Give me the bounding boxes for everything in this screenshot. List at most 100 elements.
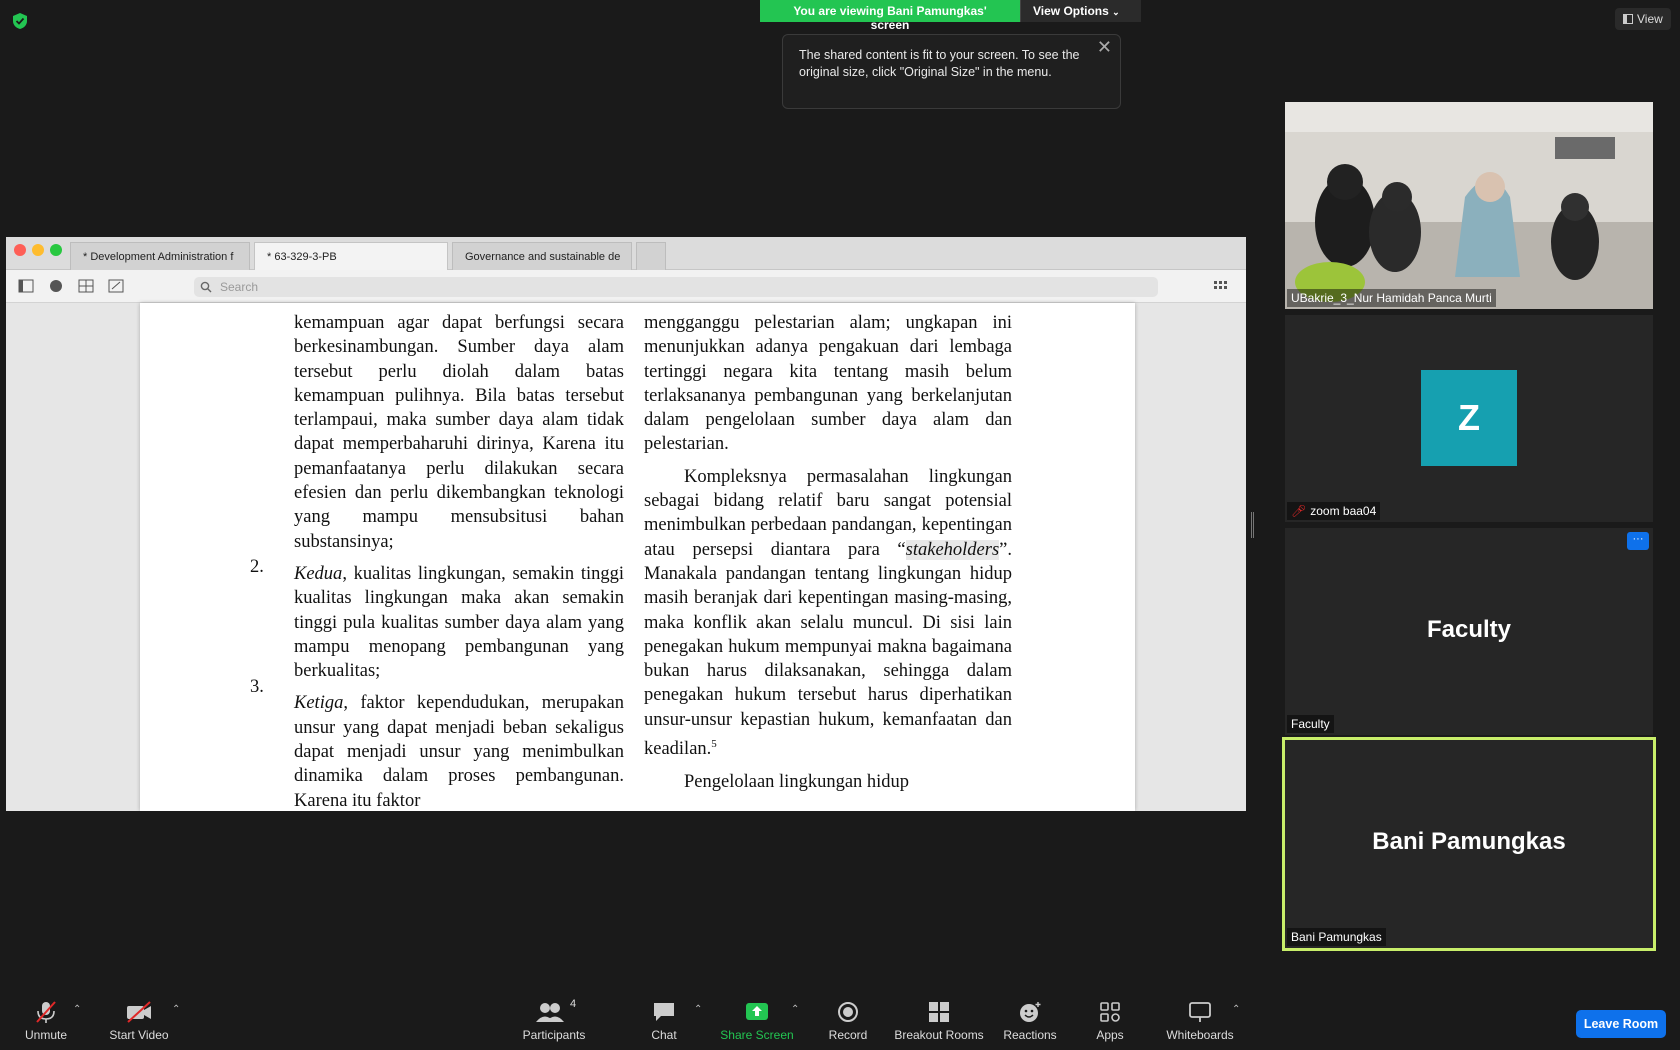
start-video-label: Start Video bbox=[109, 1028, 169, 1042]
share-screen-icon bbox=[746, 1003, 768, 1020]
footnote-marker: 5 bbox=[711, 738, 717, 751]
screen-share-banner: You are viewing Bani Pamungkas' screen V… bbox=[760, 0, 1141, 32]
unmute-button[interactable]: Unmute bbox=[18, 1000, 74, 1042]
view-button-label: View bbox=[1637, 12, 1663, 26]
classroom-video-image bbox=[1285, 102, 1653, 309]
search-icon bbox=[200, 281, 212, 293]
list-item-3-emphasis: Ketiga bbox=[294, 693, 344, 714]
right-paragraph-2-end: ”. Manakala pandangan tentang lingkungan… bbox=[644, 539, 1012, 760]
view-button[interactable]: View bbox=[1615, 8, 1671, 30]
right-paragraph-1: mengganggu pelestarian alam; ungkapan in… bbox=[644, 313, 1012, 455]
shared-screen-window: * Development Administration f * 63-329-… bbox=[6, 237, 1246, 811]
list-item-2: Kedua, kualitas lingkungan, semakin ting… bbox=[294, 562, 624, 683]
participants-count: 4 bbox=[570, 998, 577, 1010]
list-item-3: Ketiga, faktor kependudukan, merupakan u… bbox=[294, 691, 624, 811]
muted-microphone-icon bbox=[36, 1001, 56, 1023]
apps-icon bbox=[1100, 1002, 1120, 1022]
participant-name: Bani Pamungkas bbox=[1287, 928, 1386, 946]
document-tab-bar: * Development Administration f * 63-329-… bbox=[6, 237, 1246, 270]
chat-options-caret[interactable]: ⌃ bbox=[694, 1004, 702, 1015]
start-video-button[interactable]: Start Video bbox=[104, 1000, 174, 1042]
share-screen-label: Share Screen bbox=[720, 1028, 794, 1042]
video-options-caret[interactable]: ⌃ bbox=[172, 1004, 180, 1015]
search-placeholder: Search bbox=[220, 280, 259, 294]
record-label: Record bbox=[828, 1028, 868, 1042]
close-icon[interactable]: ✕ bbox=[1097, 38, 1112, 56]
list-item-3-text: , faktor kependudukan, merupakan unsur y… bbox=[294, 693, 624, 811]
left-paragraph-1: kemampuan agar dapat berfungsi secara be… bbox=[294, 313, 624, 552]
pdf-toolbar: Search bbox=[6, 270, 1246, 303]
maximize-window-icon[interactable] bbox=[50, 244, 62, 256]
annotation-icon[interactable] bbox=[48, 279, 64, 293]
participant-name-text: zoom baa04 bbox=[1310, 504, 1377, 518]
whiteboard-options-caret[interactable]: ⌃ bbox=[1232, 1004, 1240, 1015]
tab-development-administration[interactable]: * Development Administration f bbox=[70, 242, 250, 270]
participants-icon bbox=[536, 1003, 564, 1022]
view-options-button[interactable]: View Options ⌄ bbox=[1020, 0, 1141, 22]
meeting-controls-bar: Unmute ⌃ Start Video ⌃ 4 Participants Ch… bbox=[0, 980, 1680, 1050]
chat-label: Chat bbox=[651, 1028, 677, 1042]
participant-tile-video[interactable]: UBakrie_3_Nur Hamidah Panca Murti bbox=[1285, 102, 1653, 309]
participant-display-name: Faculty bbox=[1426, 616, 1512, 643]
muted-mic-icon: 🎤︎ bbox=[1291, 504, 1307, 518]
view-options-label: View Options bbox=[1033, 4, 1109, 18]
tooltip-text: The shared content is fit to your screen… bbox=[799, 48, 1080, 79]
stakeholders-emphasis: stakeholders bbox=[905, 539, 1000, 560]
video-off-icon bbox=[127, 1001, 151, 1023]
list-item-2-emphasis: Kedua bbox=[294, 563, 343, 584]
share-options-caret[interactable]: ⌃ bbox=[791, 1004, 799, 1015]
participant-name: 🎤︎ zoom baa04 bbox=[1287, 502, 1381, 520]
tab-63-329-3-pb[interactable]: * 63-329-3-PB bbox=[254, 242, 448, 270]
grid-menu-icon[interactable] bbox=[1212, 279, 1228, 293]
breakout-rooms-button[interactable]: Breakout Rooms bbox=[893, 1000, 985, 1042]
more-options-button[interactable]: ··· bbox=[1627, 532, 1649, 550]
right-column: mengganggu pelestarian alam; ungkapan in… bbox=[644, 311, 1012, 802]
unmute-label: Unmute bbox=[24, 1028, 68, 1042]
apps-label: Apps bbox=[1096, 1028, 1124, 1042]
list-number-3: 3. bbox=[250, 677, 264, 697]
audio-options-caret[interactable]: ⌃ bbox=[73, 1004, 81, 1015]
reactions-label: Reactions bbox=[1003, 1028, 1057, 1042]
participant-tile-active-speaker[interactable]: Bani Pamungkas Bani Pamungkas bbox=[1282, 737, 1656, 951]
chat-button[interactable]: Chat bbox=[644, 1000, 684, 1042]
breakout-rooms-icon bbox=[929, 1002, 949, 1022]
tab-governance-sustainable[interactable]: Governance and sustainable de bbox=[452, 242, 632, 270]
participant-name: UBakrie_3_Nur Hamidah Panca Murti bbox=[1287, 289, 1496, 307]
document-page: kemampuan agar dapat berfungsi secara be… bbox=[140, 303, 1135, 811]
thumbnails-icon[interactable] bbox=[78, 279, 94, 293]
resize-handle[interactable] bbox=[1251, 512, 1254, 538]
viewing-banner-text: You are viewing Bani Pamungkas' screen bbox=[760, 0, 1020, 32]
list-item-2-text: , kualitas lingkungan, semakin tinggi ku… bbox=[294, 563, 624, 682]
left-column: kemampuan agar dapat berfungsi secara be… bbox=[294, 311, 624, 811]
search-field[interactable]: Search bbox=[194, 277, 1158, 297]
participants-label: Participants bbox=[522, 1028, 586, 1042]
leave-room-button[interactable]: Leave Room bbox=[1576, 1010, 1666, 1038]
security-shield-icon[interactable] bbox=[12, 12, 28, 30]
right-paragraph-3: Pengelolaan lingkungan hidup bbox=[684, 771, 910, 792]
minimize-window-icon[interactable] bbox=[32, 244, 44, 256]
whiteboards-label: Whiteboards bbox=[1166, 1028, 1234, 1042]
view-layout-icon bbox=[1623, 14, 1633, 24]
participants-button[interactable]: 4 Participants bbox=[518, 998, 590, 1042]
document-viewport[interactable]: kemampuan agar dapat berfungsi secara be… bbox=[6, 303, 1246, 811]
avatar: Z bbox=[1421, 370, 1517, 466]
participant-tile-zoom-baa04[interactable]: Z 🎤︎ zoom baa04 bbox=[1285, 315, 1653, 522]
apps-button[interactable]: Apps bbox=[1094, 1000, 1126, 1042]
sidebar-toggle-icon[interactable] bbox=[18, 279, 34, 293]
close-window-icon[interactable] bbox=[14, 244, 26, 256]
participant-display-name: Bani Pamungkas bbox=[1372, 828, 1566, 855]
reactions-button[interactable]: Reactions bbox=[1002, 1000, 1058, 1042]
record-button[interactable]: Record bbox=[826, 1000, 870, 1042]
breakout-rooms-label: Breakout Rooms bbox=[894, 1028, 984, 1042]
reactions-icon bbox=[1020, 1002, 1041, 1022]
record-icon bbox=[838, 1002, 858, 1022]
edit-icon[interactable] bbox=[108, 279, 124, 293]
fit-screen-tooltip: The shared content is fit to your screen… bbox=[782, 34, 1121, 109]
whiteboard-icon bbox=[1189, 1002, 1211, 1022]
chat-icon bbox=[654, 1003, 674, 1021]
participant-tile-faculty[interactable]: ··· Faculty Faculty bbox=[1285, 528, 1653, 735]
share-screen-button[interactable]: Share Screen bbox=[720, 1000, 794, 1042]
chevron-down-icon: ⌄ bbox=[1112, 7, 1120, 17]
whiteboards-button[interactable]: Whiteboards bbox=[1164, 1000, 1236, 1042]
new-tab-button[interactable] bbox=[636, 242, 666, 270]
